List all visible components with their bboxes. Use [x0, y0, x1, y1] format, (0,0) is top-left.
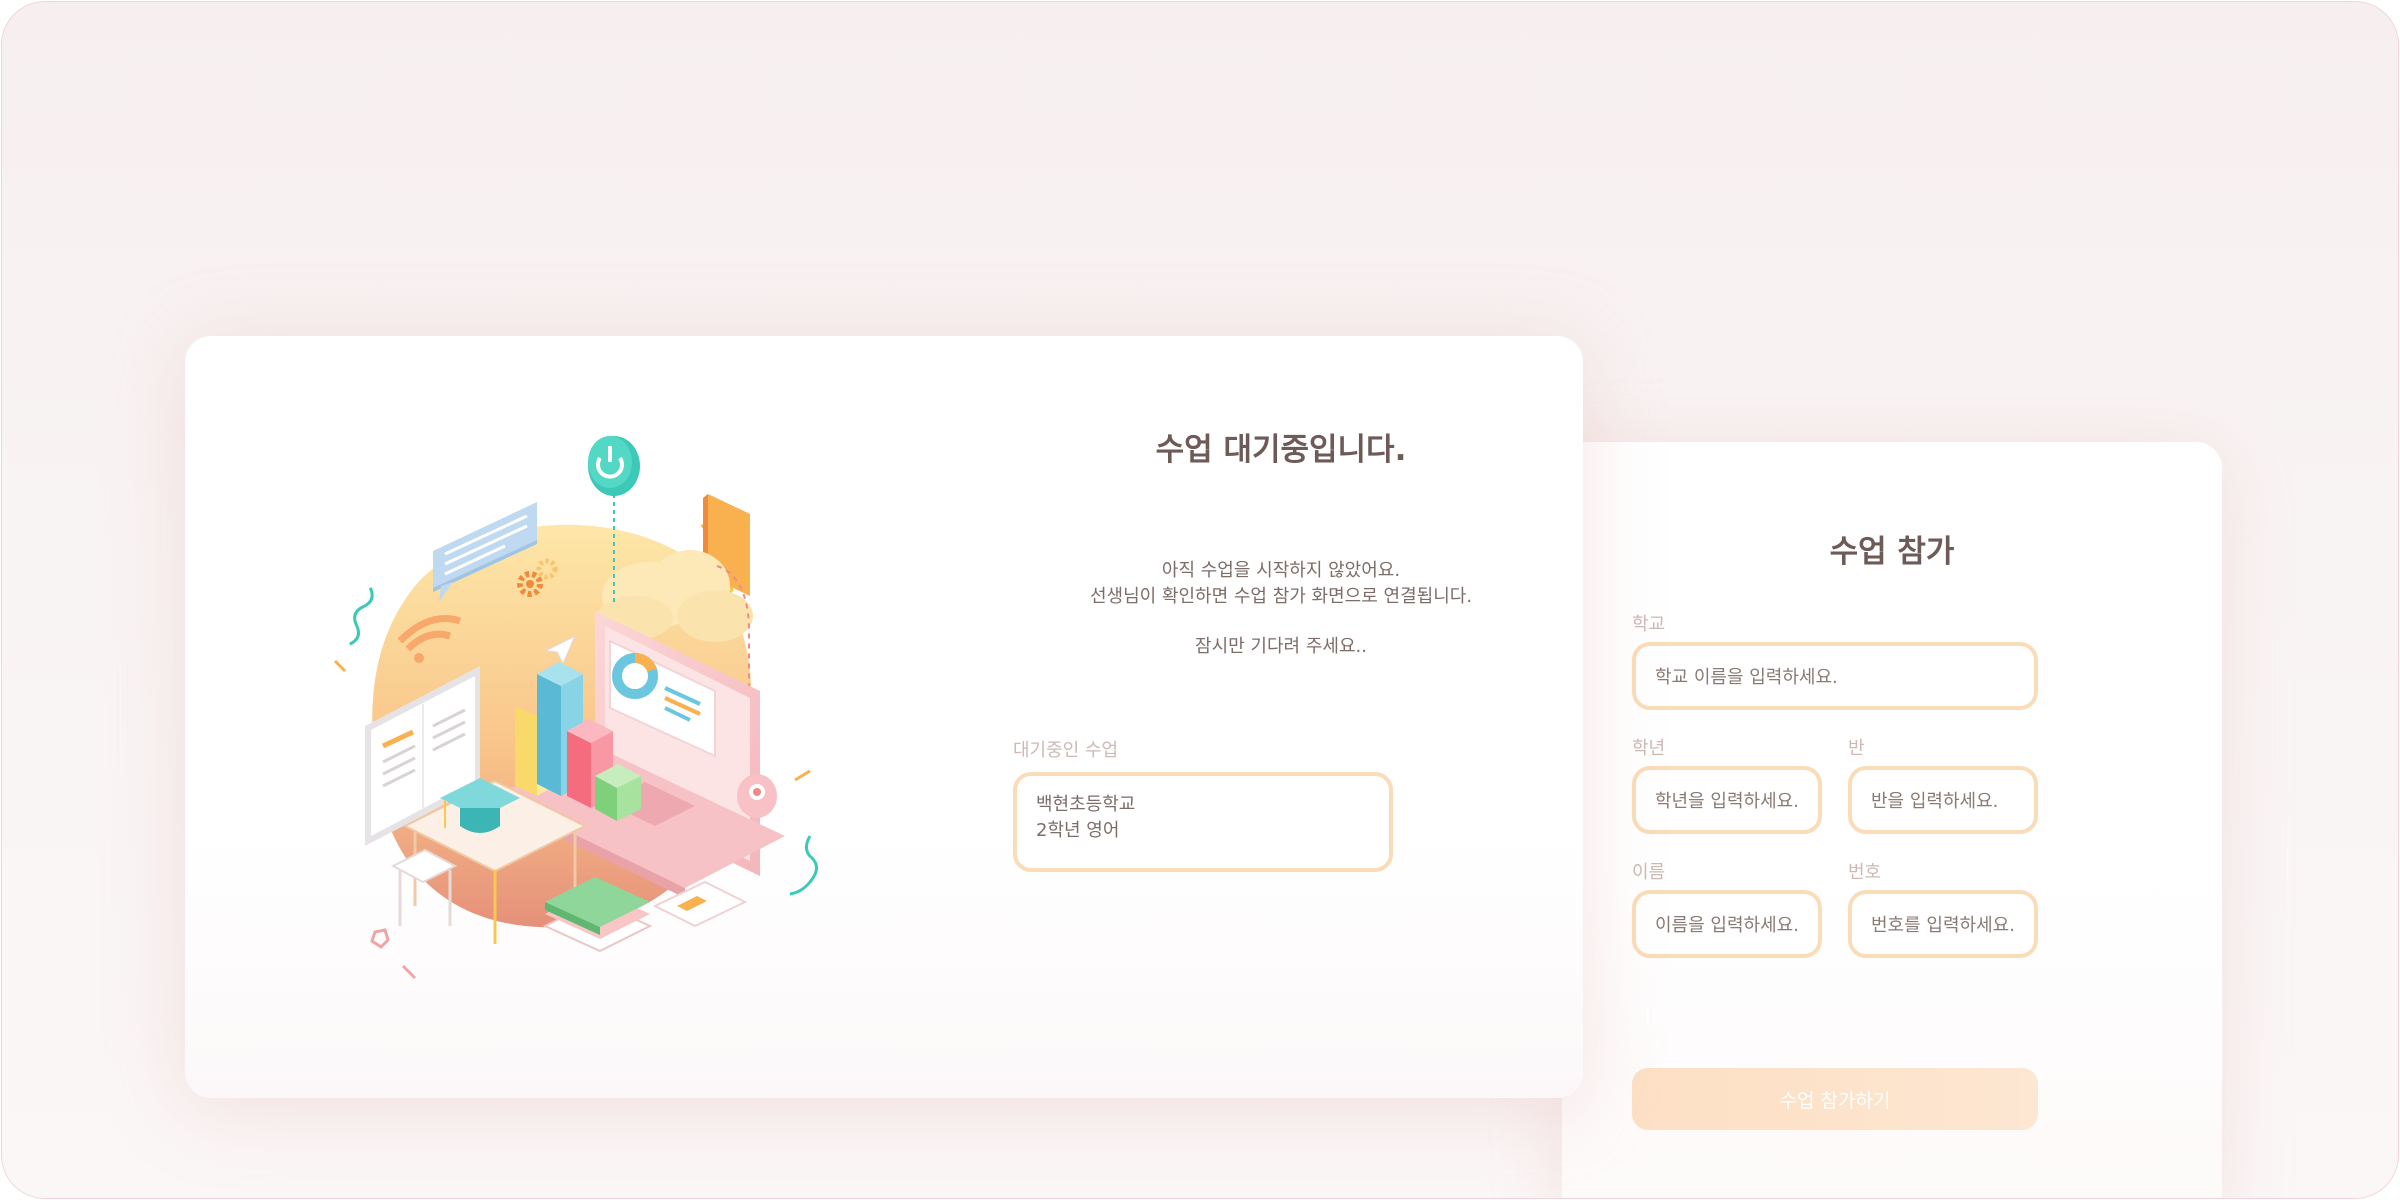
grade-label: 학년 — [1632, 738, 1666, 759]
join-class-card: 수업 참가 학교 학교 이름을 입력하세요. 학년 학년을 입력하세요. 반 반… — [1562, 442, 2222, 1198]
squiggle-left — [349, 587, 374, 646]
waiting-title: 수업 대기중입니다. — [1155, 432, 1407, 468]
class-input[interactable]: 반을 입력하세요. — [1848, 766, 2038, 834]
join-title: 수업 참가 — [1829, 534, 1955, 570]
waiting-message-line3: 잠시만 기다려 주세요.. — [1195, 636, 1367, 657]
school-label: 학교 — [1632, 614, 1666, 635]
waiting-class-box: 백현초등학교 2학년 영어 — [1013, 772, 1393, 872]
waiting-class-label: 대기중인 수업 — [1013, 740, 1119, 761]
name-input[interactable]: 이름을 입력하세요. — [1632, 890, 1822, 958]
grade-input[interactable]: 학년을 입력하세요. — [1632, 766, 1822, 834]
name-label: 이름 — [1632, 862, 1666, 883]
location-pin-icon — [737, 774, 777, 818]
number-label: 번호 — [1848, 862, 1882, 883]
waiting-card: 수업 대기중입니다. 아직 수업을 시작하지 않았어요. 선생님이 확인하면 수… — [185, 336, 1583, 1098]
power-icon — [588, 436, 640, 496]
school-input[interactable]: 학교 이름을 입력하세요. — [1632, 642, 2038, 710]
waiting-class-name: 2학년 영어 — [1036, 820, 1120, 841]
waiting-message-line1: 아직 수업을 시작하지 않았어요. — [1161, 560, 1401, 581]
number-input[interactable]: 번호를 입력하세요. — [1848, 890, 2038, 958]
waiting-class-school: 백현초등학교 — [1036, 794, 1136, 815]
join-class-button[interactable]: 수업 참가하기 — [1632, 1068, 2038, 1130]
waiting-message-line2: 선생님이 확인하면 수업 참가 화면으로 연결됩니다. — [1089, 586, 1473, 607]
app-window: 수업 참가 학교 학교 이름을 입력하세요. 학년 학년을 입력하세요. 반 반… — [1, 1, 2399, 1199]
class-label: 반 — [1848, 738, 1865, 759]
classroom-illustration — [333, 436, 818, 980]
squiggle-right — [789, 835, 818, 896]
